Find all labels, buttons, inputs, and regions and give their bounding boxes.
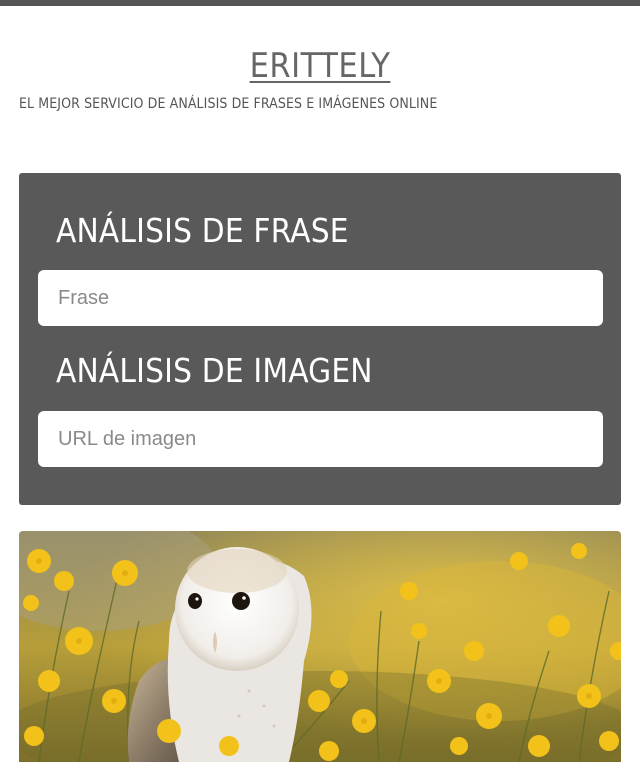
image-analysis-heading: ANÁLISIS DE IMAGEN <box>56 351 373 390</box>
image-url-input[interactable] <box>38 411 603 467</box>
owl-in-flowers-image <box>19 531 621 762</box>
phrase-input[interactable] <box>38 270 603 326</box>
analysis-panel: ANÁLISIS DE FRASE ANÁLISIS DE IMAGEN <box>19 173 621 505</box>
site-tagline: EL MEJOR SERVICIO DE ANÁLISIS DE FRASES … <box>19 96 438 112</box>
hero-image-owl <box>19 531 621 762</box>
phrase-analysis-heading: ANÁLISIS DE FRASE <box>56 211 349 250</box>
top-bar <box>0 0 640 6</box>
site-title-link[interactable]: ERITTELY <box>0 46 640 86</box>
